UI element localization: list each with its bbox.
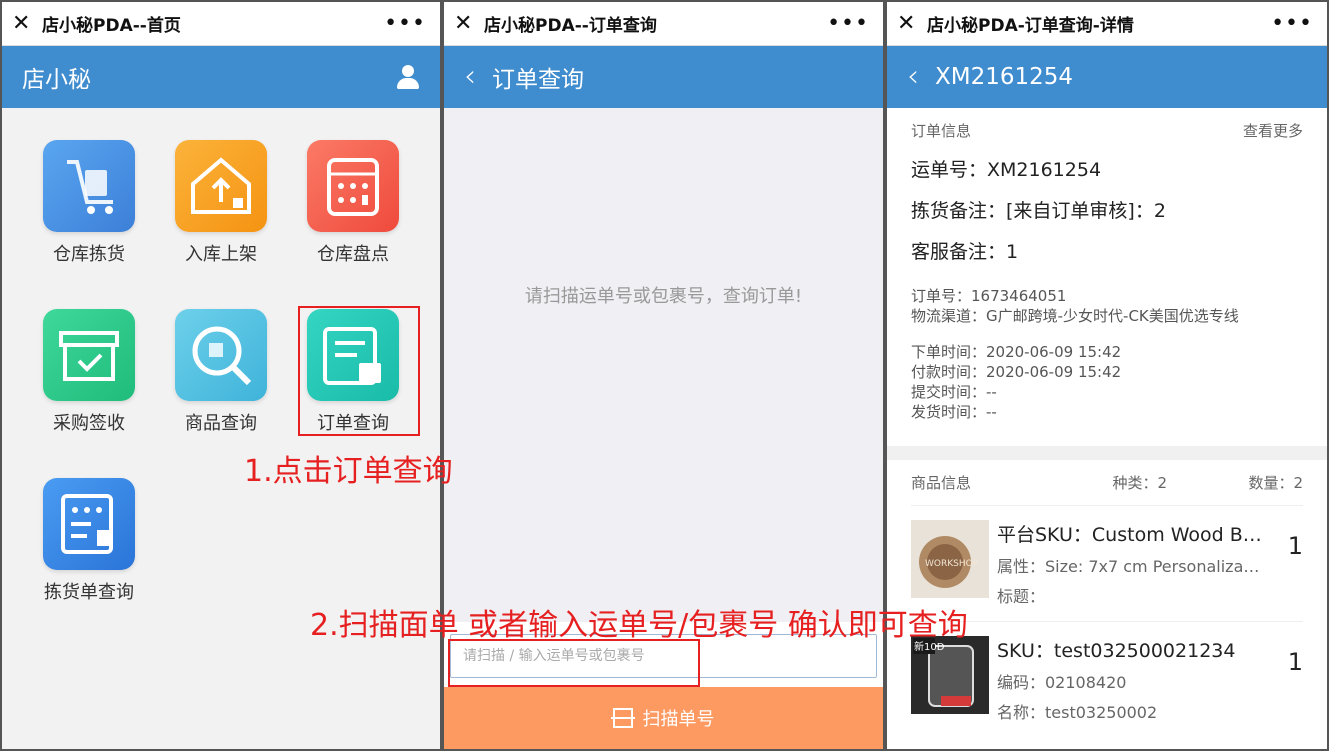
goods-info-heading: 商品信息 [911,474,972,492]
close-icon[interactable]: ✕ [454,12,484,35]
page-title: 店小秘 [22,67,91,93]
tile-label: 仓库拣货 [53,244,125,265]
sku: SKU：test032500021234 [997,640,1236,662]
product-item[interactable]: WORKSHOP 平台SKU：Custom Wood B… 属性：Size: 7… [887,506,1327,607]
more-menu-icon[interactable]: ••• [827,11,869,36]
window-title: 店小秘PDA--订单查询 [484,16,657,36]
svg-text:WORKSHOP: WORKSHOP [925,559,979,569]
window-title: 店小秘PDA--首页 [42,16,181,36]
warehouse-upload-icon [175,140,267,232]
pick-list-icon [43,478,135,570]
view-more-link[interactable]: 查看更多 [1243,120,1303,141]
product-title: 标题： [997,587,1046,606]
product-quantity: 1 [1287,648,1303,676]
back-icon[interactable]: ‹ [907,62,919,92]
tile-label: 采购签收 [53,413,125,434]
product-quantity: 1 [1287,532,1303,560]
wechat-title-bar: ✕ 店小秘PDA--首页 ••• [2,2,440,46]
tile-label: 拣货单查询 [44,582,134,603]
annotation-step-2: 2.扫描面单 或者输入运单号/包裹号 确认即可查询 [310,608,968,643]
kinds-count: 种类：2 [1112,474,1167,492]
product-thumbnail: WORKSHOP [911,520,989,598]
more-menu-icon[interactable]: ••• [1271,11,1313,36]
scan-button[interactable]: 扫描单号 [444,687,883,749]
tile-purchase-receipt[interactable]: 采购签收 [24,309,154,435]
ship-time: 发货时间：-- [911,403,997,421]
cart-icon [43,140,135,232]
close-icon[interactable]: ✕ [897,12,927,35]
tile-inbound-shelving[interactable]: 入库上架 [156,140,286,266]
order-meta: 订单号：1673464051 物流渠道：G广邮跨境-少女时代-CK美国优选专线 [911,286,1303,326]
order-time: 下单时间：2020-06-09 15:42 [911,343,1122,361]
user-icon[interactable] [396,65,420,89]
window-title: 店小秘PDA-订单查询-详情 [927,16,1134,36]
product-attribute: 属性：Size: 7x7 cm Personaliza… [997,557,1260,576]
wechat-title-bar: ✕ 店小秘PDA--订单查询 ••• [444,2,883,46]
scan-button-label: 扫描单号 [642,709,715,730]
platform-sku: 平台SKU：Custom Wood B… [997,524,1262,546]
product-name: 名称：test03250002 [997,703,1158,722]
page-title: 订单查询 [492,67,584,93]
product-info: SKU：test032500021234 编码：02108420 名称：test… [997,636,1303,723]
magnifier-icon [175,309,267,401]
pay-time: 付款时间：2020-06-09 15:42 [911,363,1122,381]
back-icon[interactable]: ‹ [464,62,476,92]
screenshot-stage: ✕ 店小秘PDA--首页 ••• 店小秘 仓库拣货 入库上架 仓库盘点 采购签收… [0,0,1329,751]
section-divider [887,446,1327,460]
order-times: 下单时间：2020-06-09 15:42 付款时间：2020-06-09 15… [911,342,1303,422]
product-info: 平台SKU：Custom Wood B… 属性：Size: 7x7 cm Per… [997,520,1303,607]
calculator-icon [307,140,399,232]
tile-warehouse-picking[interactable]: 仓库拣货 [24,140,154,266]
tile-pick-list-query[interactable]: 拣货单查询 [24,478,154,604]
wechat-title-bar: ✕ 店小秘PDA-订单查询-详情 ••• [887,2,1327,46]
goods-info-section: 商品信息 种类：2 数量：2 [887,460,1327,506]
close-icon[interactable]: ✕ [12,12,42,35]
cs-note: 客服备注：1 [911,241,1019,263]
page-title: XM2161254 [935,64,1074,90]
highlight-order-query [298,306,420,436]
nav-bar: ‹ 订单查询 [444,46,883,108]
quantity-count: 数量：2 [1248,474,1303,492]
order-number: 订单号：1673464051 [911,287,1067,305]
tile-label: 商品查询 [185,413,257,434]
scan-icon [610,708,635,728]
annotation-step-1: 1.点击订单查询 [244,454,453,489]
tile-product-query[interactable]: 商品查询 [156,309,286,435]
product-thumbnail: 新10D [911,636,989,714]
submit-time: 提交时间：-- [911,383,997,401]
product-code: 编码：02108420 [997,673,1127,692]
scan-hint: 请扫描运单号或包裹号，查询订单! [524,286,803,307]
waybill-number: 运单号：XM2161254 [911,159,1102,181]
logistics-channel: 物流渠道：G广邮跨境-少女时代-CK美国优选专线 [911,307,1239,325]
tile-label: 仓库盘点 [317,244,389,265]
order-info-heading: 订单信息 [911,122,972,140]
order-info-header: 订单信息 查看更多 [911,108,1303,141]
nav-bar: 店小秘 [2,46,440,108]
tile-label: 入库上架 [185,244,257,265]
highlight-input [448,639,700,687]
goods-info-header: 商品信息 种类：2 数量：2 [911,460,1303,506]
pick-note: 拣货备注：[来自订单审核]：2 [911,200,1166,222]
box-check-icon [43,309,135,401]
tile-inventory-count[interactable]: 仓库盘点 [288,140,418,266]
more-menu-icon[interactable]: ••• [384,11,426,36]
order-info-section: 订单信息 查看更多 运单号：XM2161254 拣货备注：[来自订单审核]：2 … [887,108,1327,422]
nav-bar: ‹ XM2161254 [887,46,1327,108]
